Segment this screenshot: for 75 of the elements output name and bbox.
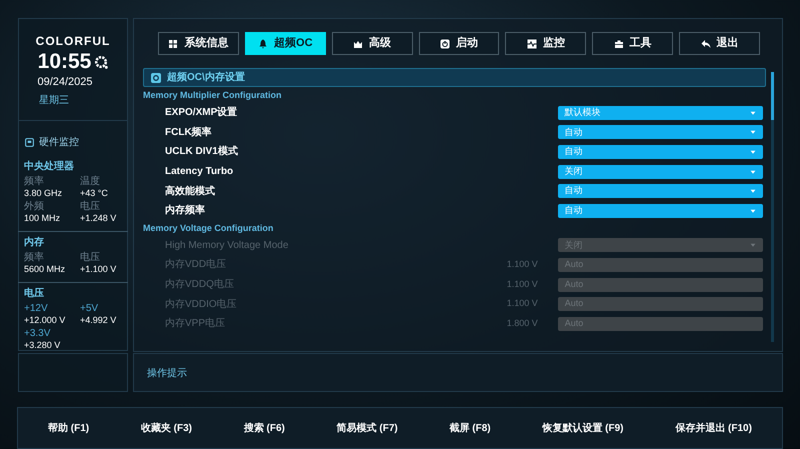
reading-value: +3.280 V xyxy=(24,340,62,350)
setting-reading: 1.100 V xyxy=(506,258,538,272)
reading-label: +3.3V xyxy=(24,328,52,340)
caret-icon xyxy=(750,168,756,175)
setting-label: FCLK频率 xyxy=(165,125,213,140)
weekday-label: 星期三 xyxy=(39,94,69,108)
clock-time: 10:55 xyxy=(38,50,92,74)
setting-label: 内存VDD电压 xyxy=(165,258,228,272)
reading-value: 100 MHz xyxy=(24,212,62,224)
setting-reading: 1.800 V xyxy=(506,316,538,330)
setting-label: 内存VDDQ电压 xyxy=(165,278,235,292)
setting-label: 高效能模式 xyxy=(165,184,216,199)
setting-label: High Memory Voltage Mode xyxy=(165,238,290,253)
setting-label: UCLK DIV1模式 xyxy=(165,144,239,160)
section-heading: Memory Voltage Configuration xyxy=(143,222,274,235)
caret-icon xyxy=(750,129,756,136)
monitor-title: 硬件监控 xyxy=(39,136,79,150)
reading-label: +5V xyxy=(80,302,100,314)
menu-tab[interactable]: 超频OC xyxy=(244,32,326,55)
reading-value: +1.100 V xyxy=(80,264,118,274)
back-arrow-icon xyxy=(700,38,711,48)
bell-icon xyxy=(258,38,268,48)
reading-label: 外频 xyxy=(24,200,45,212)
grid-icon xyxy=(168,38,178,48)
hint-title: 操作提示 xyxy=(147,368,187,379)
menu-tab[interactable]: 高级 xyxy=(332,32,413,55)
menu-tab[interactable]: 监控 xyxy=(505,32,586,55)
function-key-button[interactable]: 简易模式 (F7) xyxy=(336,420,398,436)
group-title: 电压 xyxy=(24,286,45,300)
power-icon xyxy=(440,38,450,48)
caret-icon xyxy=(750,148,756,155)
caret-icon xyxy=(750,110,756,116)
reading-value: +43 °C xyxy=(80,188,109,198)
reading-label: +12V xyxy=(24,302,49,314)
reading-value: +12.000 V xyxy=(24,314,66,326)
setting-label: EXPO/XMP设置 xyxy=(165,106,238,120)
menu-tab[interactable]: 工具 xyxy=(592,32,674,55)
setting-label: Latency Turbo xyxy=(165,165,234,180)
scrollbar-thumb[interactable] xyxy=(771,72,774,120)
function-key-button[interactable]: 搜索 (F6) xyxy=(244,420,285,436)
setting-label: 内存VPP电压 xyxy=(165,316,226,332)
caret-icon xyxy=(750,208,756,214)
breadcrumb-path: 超频OC\内存设置 xyxy=(167,70,245,85)
reading-value: 3.80 GHz xyxy=(24,188,64,198)
setting-reading: 1.100 V xyxy=(506,278,538,291)
brand-logo: COLORFUL xyxy=(36,33,110,50)
menu-tab[interactable]: 启动 xyxy=(418,32,500,55)
function-key-button[interactable]: 帮助 (F1) xyxy=(48,420,90,436)
setting-label: 内存频率 xyxy=(165,203,206,218)
reading-label: 温度 xyxy=(80,176,101,188)
function-key-button[interactable]: 收藏夹 (F3) xyxy=(140,420,192,436)
reading-value: 5600 MHz xyxy=(24,264,66,274)
toolbox-icon xyxy=(614,38,624,48)
reading-label: 频率 xyxy=(24,252,45,264)
function-key-button[interactable]: 恢复默认设置 (F9) xyxy=(542,420,624,436)
reading-label: 频率 xyxy=(24,176,45,188)
section-heading: Memory Multiplier Configuration xyxy=(143,89,282,102)
reading-label: 电压 xyxy=(80,252,101,264)
menu-tab[interactable]: 退出 xyxy=(679,32,760,55)
function-key-button[interactable]: 保存并退出 (F10) xyxy=(675,420,752,436)
function-key-button[interactable]: 截屏 (F8) xyxy=(450,420,491,436)
menu-tab[interactable]: 系统信息 xyxy=(158,32,239,55)
caret-icon xyxy=(750,188,756,194)
setting-reading: 1.100 V xyxy=(506,297,538,310)
pulse-icon xyxy=(526,38,537,48)
reading-value: +4.992 V xyxy=(80,314,118,326)
crown-icon xyxy=(353,38,364,48)
reading-label: 电压 xyxy=(80,200,101,212)
clock-date: 09/24/2025 xyxy=(37,75,93,90)
group-title: 中央处理器 xyxy=(24,160,75,174)
group-title: 内存 xyxy=(24,236,45,250)
setting-label: 内存VDDIO电压 xyxy=(165,298,238,312)
monitor-icon xyxy=(25,138,34,146)
caret-icon xyxy=(750,242,756,248)
reading-value: +1.248 V xyxy=(80,212,118,224)
